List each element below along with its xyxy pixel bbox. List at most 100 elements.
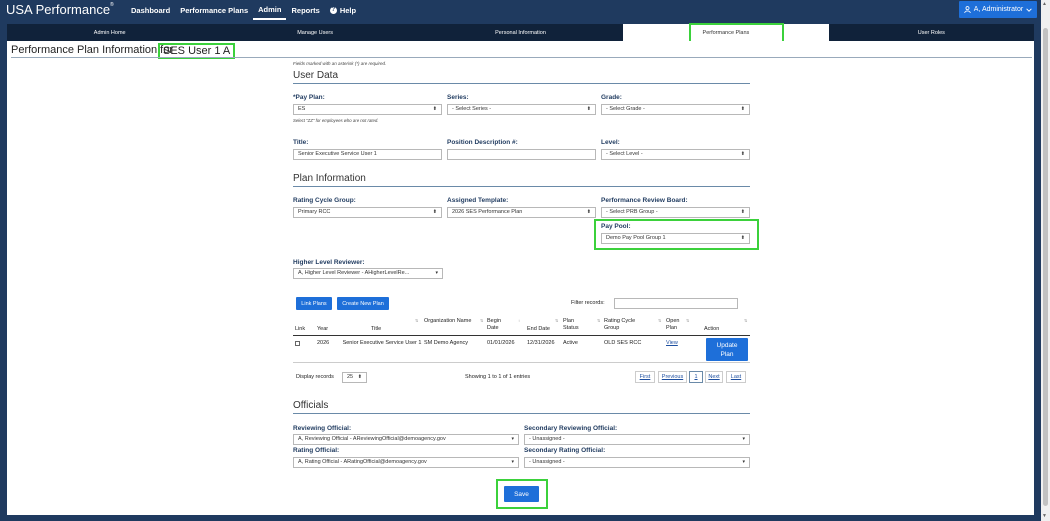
col-link[interactable]: Link [295, 326, 305, 333]
section-user-data: User Data [293, 70, 339, 81]
cell-end-date: 12/31/2026 [527, 340, 555, 346]
section-officials: Officials [293, 400, 329, 411]
secondary-reviewing-official-select[interactable]: - Unassigned - ▾ [524, 434, 750, 445]
chevron-down-icon: ▾ [511, 459, 514, 465]
secondary-rating-official-select[interactable]: - Unassigned - ▾ [524, 457, 750, 468]
chevron-down-icon [1026, 7, 1032, 12]
reviewing-official-select[interactable]: A, Reviewing Official - AReviewingOffici… [293, 434, 519, 445]
section-divider [293, 413, 750, 414]
title-label: Title: [293, 139, 309, 146]
tab-manage-users[interactable]: Manage Users [212, 24, 417, 41]
nav-reports[interactable]: Reports [286, 0, 324, 20]
create-new-plan-button[interactable]: Create New Plan [337, 297, 389, 310]
cell-begin-date: 01/01/2026 [487, 340, 515, 346]
view-plan-link[interactable]: View [666, 339, 678, 347]
col-begin-date[interactable]: Begin Date [487, 318, 511, 332]
nav-help[interactable]: ? Help [325, 0, 361, 20]
chevron-down-icon: ▾ [435, 270, 438, 276]
chevron-down-icon: ▾ [511, 436, 514, 442]
select-arrow-icon: ⬍ [432, 209, 437, 215]
sort-icon: ⇅ [555, 318, 559, 323]
rating-official-select[interactable]: A, Rating Official - ARatingOfficial@dem… [293, 457, 519, 468]
link-plans-button[interactable]: Link Plans [296, 297, 332, 310]
level-select[interactable]: - Select Level - ⬍ [601, 149, 750, 160]
sort-icon: ⇅ [415, 318, 419, 323]
level-label: Level: [601, 139, 620, 146]
col-year[interactable]: Year [317, 326, 328, 333]
pager-next[interactable]: Next [705, 371, 723, 383]
rating-cycle-group-select[interactable]: Primary RCC ⬍ [293, 207, 442, 218]
tab-personal-information[interactable]: Personal Information [418, 24, 623, 41]
section-plan-information: Plan Information [293, 173, 366, 184]
prb-label: Performance Review Board: [601, 197, 688, 204]
pay-plan-select[interactable]: ES ⬍ [293, 104, 442, 115]
pager-first[interactable]: First [635, 371, 655, 383]
pager-last[interactable]: Last [726, 371, 746, 383]
cell-year: 2026 [317, 340, 330, 346]
col-rating-cycle-group[interactable]: Rating Cycle Group [604, 318, 644, 332]
filter-input[interactable] [614, 298, 738, 309]
tab-user-roles[interactable]: User Roles [829, 24, 1034, 41]
sort-icon: ⇅ [480, 318, 484, 323]
higher-level-reviewer-select[interactable]: A, Higher Level Reviewer - AHigherLevelR… [293, 268, 443, 279]
save-button[interactable]: Save [504, 486, 539, 502]
position-description-label: Position Description #: [447, 139, 518, 146]
section-divider [293, 186, 750, 187]
grade-select[interactable]: - Select Grade - ⬍ [601, 104, 750, 115]
tab-admin-home[interactable]: Admin Home [7, 24, 212, 41]
main-panel: Performance Plan Information for SES Use… [7, 41, 1034, 515]
assigned-template-select[interactable]: 2026 SES Performance Plan ⬍ [447, 207, 596, 218]
scrollbar-thumb[interactable] [1043, 28, 1048, 506]
update-plan-button[interactable]: Update Plan [706, 338, 748, 361]
pager-page-1[interactable]: 1 [689, 371, 703, 383]
link-checkbox[interactable] [295, 341, 300, 346]
position-description-input[interactable] [447, 149, 596, 160]
nav-admin[interactable]: Admin [253, 0, 287, 20]
reviewing-official-label: Reviewing Official: [293, 425, 352, 432]
page-title: Performance Plan Information for [11, 44, 174, 56]
chevron-down-icon: ▾ [742, 459, 745, 465]
scroll-up-icon[interactable]: ▲ [1042, 1, 1047, 7]
col-organization-name[interactable]: Organization Name [424, 318, 474, 325]
help-icon: ? [329, 6, 337, 14]
nav-dashboard[interactable]: Dashboard [126, 0, 175, 20]
col-title[interactable]: Title [371, 326, 381, 333]
col-end-date[interactable]: End Date [527, 326, 550, 333]
cell-rating-cycle-group: OLD SES RCC [604, 340, 642, 346]
top-navbar: USA Performance® Dashboard Performance P… [0, 0, 1041, 20]
user-menu-button[interactable]: A, Administrator [959, 1, 1037, 18]
section-divider [293, 83, 750, 84]
col-plan-status[interactable]: Plan Status [563, 318, 581, 332]
nav-performance-plans[interactable]: Performance Plans [175, 0, 253, 20]
grade-label: Grade: [601, 94, 622, 101]
series-select[interactable]: - Select Series - ⬍ [447, 104, 596, 115]
page-scrollbar[interactable]: ▲ ▼ [1041, 0, 1050, 521]
col-open-plan[interactable]: Open Plan [666, 318, 682, 332]
select-arrow-icon: ⬍ [740, 209, 745, 215]
chevron-down-icon: ▾ [742, 436, 745, 442]
cell-title: Senior Executive Service User 1 [342, 340, 422, 346]
pay-pool-select[interactable]: Demo Pay Pool Group 1 ⬍ [601, 233, 750, 244]
select-arrow-icon: ⬍ [586, 106, 591, 112]
cell-plan-status: Active [563, 340, 578, 346]
pay-plan-hint: Select "ZZ" for employees who are not ra… [293, 118, 379, 123]
scroll-down-icon[interactable]: ▼ [1042, 513, 1047, 519]
sort-icon: ⇅ [658, 318, 662, 323]
sort-icon: ↕ [518, 318, 520, 323]
prb-select[interactable]: - Select PRB Group - ⬍ [601, 207, 750, 218]
sort-icon: ⇅ [686, 318, 690, 323]
showing-entries-text: Showing 1 to 1 of 1 entries [465, 374, 531, 380]
display-records-select[interactable]: 25 ⬍ [342, 372, 367, 383]
select-arrow-icon: ⬍ [740, 235, 745, 241]
select-arrow-icon: ⬍ [357, 374, 362, 380]
user-icon [964, 6, 971, 13]
plans-table-header: Link Year Title ⇅ Organization Name ⇅ Be… [293, 315, 750, 336]
title-input[interactable]: Senior Executive Service User 1 [293, 149, 442, 160]
col-action[interactable]: Action [704, 326, 719, 333]
rating-cycle-group-label: Rating Cycle Group: [293, 197, 356, 204]
brand-logo[interactable]: USA Performance® [0, 2, 126, 17]
rating-official-label: Rating Official: [293, 447, 340, 454]
select-arrow-icon: ⬍ [586, 209, 591, 215]
highlight-tab-box [689, 23, 784, 43]
pager-previous[interactable]: Previous [658, 371, 687, 383]
